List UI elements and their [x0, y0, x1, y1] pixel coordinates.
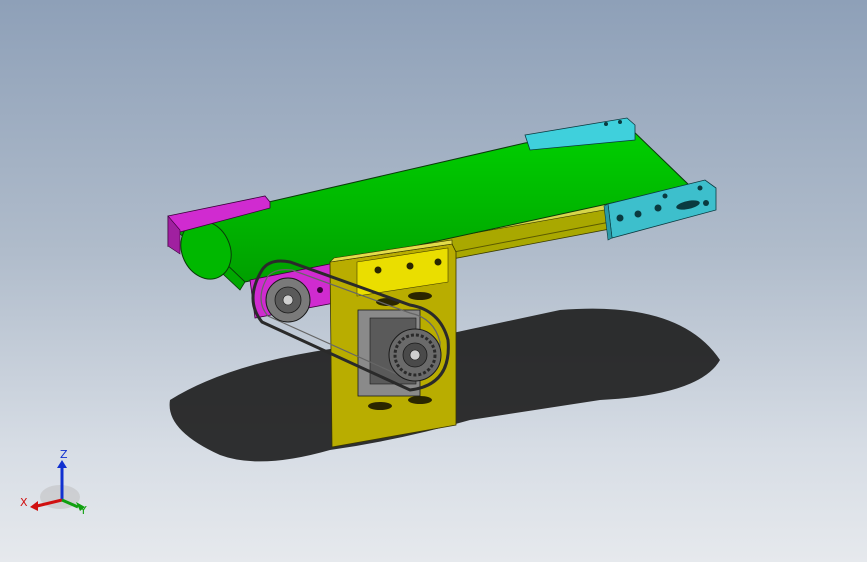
x-axis-label: X [20, 496, 28, 509]
z-axis-label: Z [60, 448, 68, 461]
x-axis-arrowhead [30, 501, 38, 511]
z-axis-arrowhead [57, 460, 67, 468]
drive-pulley[interactable] [388, 328, 442, 382]
graphics-viewport[interactable]: Z X Y [0, 0, 867, 562]
reference-triad[interactable]: Z X Y [20, 448, 87, 517]
driven-pulley[interactable] [265, 277, 311, 323]
model-scene[interactable]: Z X Y [0, 0, 867, 562]
y-axis-label: Y [79, 504, 87, 517]
